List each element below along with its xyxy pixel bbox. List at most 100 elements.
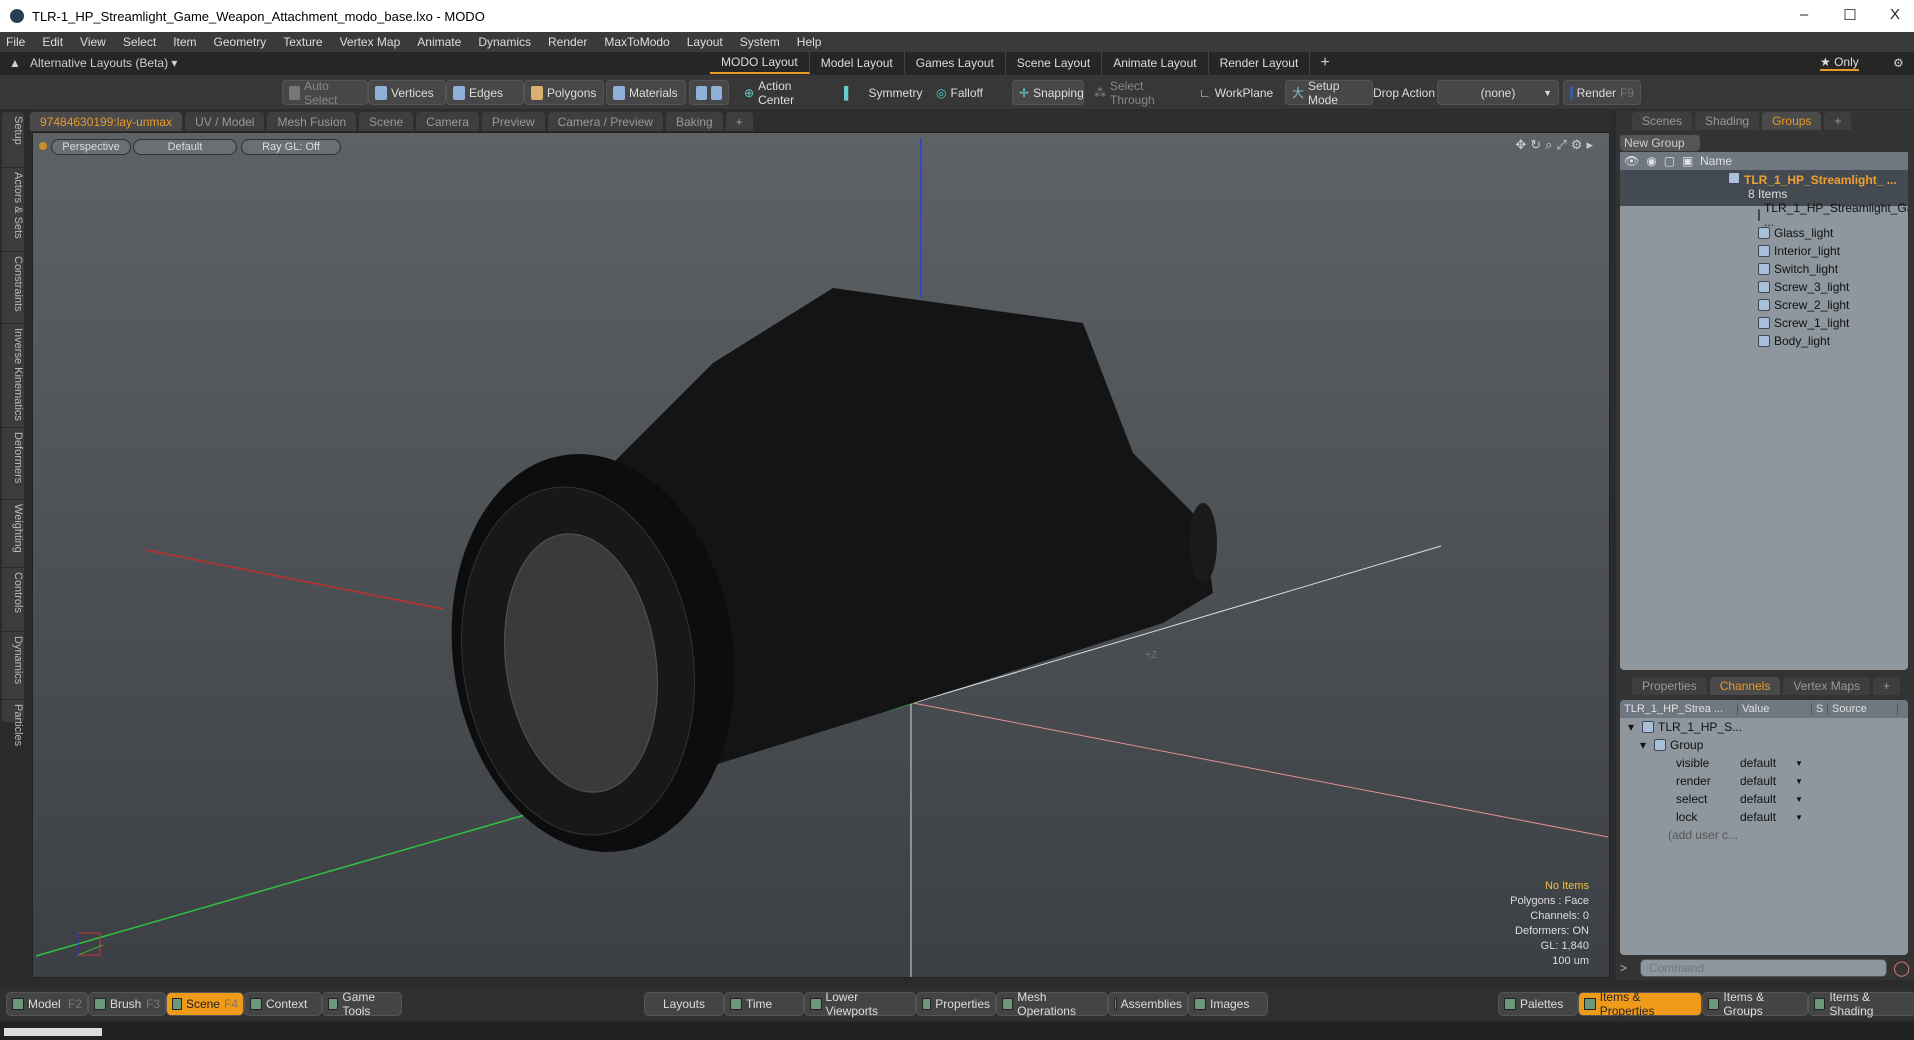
only-toggle[interactable]: ★ Only: [1820, 55, 1859, 71]
channel-row[interactable]: render default ▼: [1620, 772, 1908, 790]
left-tab[interactable]: Weighting: [2, 500, 24, 568]
left-tab[interactable]: Particles: [2, 700, 24, 760]
action-center-button[interactable]: ⊕ Action Center: [738, 79, 833, 107]
panel-tab[interactable]: Properties: [1632, 677, 1707, 695]
menu-file[interactable]: File: [6, 35, 25, 49]
polygons-button[interactable]: Polygons: [524, 80, 604, 105]
auto-select-button[interactable]: Auto Select: [282, 79, 368, 107]
panel-tab[interactable]: Scenes: [1632, 112, 1693, 130]
bottom-tab-context[interactable]: Context: [244, 992, 322, 1016]
layout-tab[interactable]: Render Layout: [1209, 52, 1311, 74]
viewport-tab[interactable]: Scene: [359, 112, 414, 131]
panel-tab[interactable]: Vertex Maps: [1783, 677, 1871, 695]
channel-group-row[interactable]: ▾ Group: [1620, 736, 1908, 754]
layout-switcher[interactable]: Alternative Layouts (Beta) ▾: [30, 56, 710, 70]
vertices-button[interactable]: Vertices: [368, 80, 446, 105]
viewport-tab[interactable]: Camera / Preview: [547, 112, 663, 131]
chevron-down-icon[interactable]: ▼: [1795, 813, 1803, 822]
drop-action-select[interactable]: (none) ▼: [1437, 80, 1559, 105]
chevron-down-icon[interactable]: ▼: [1795, 795, 1803, 804]
record-icon[interactable]: ◯: [1893, 959, 1910, 977]
channel-value-select[interactable]: default: [1740, 810, 1795, 824]
menu-vertex-map[interactable]: Vertex Map: [340, 35, 401, 49]
group-item[interactable]: Screw_1_light: [1620, 314, 1908, 332]
materials-button[interactable]: Materials: [606, 80, 686, 105]
panel-tab[interactable]: +: [1873, 677, 1901, 695]
group-item[interactable]: Body_light: [1620, 332, 1908, 350]
menu-dynamics[interactable]: Dynamics: [478, 35, 531, 49]
channel-row[interactable]: select default ▼: [1620, 790, 1908, 808]
bottom-button[interactable]: Assemblies: [1108, 992, 1188, 1016]
channel-row[interactable]: lock default ▼: [1620, 808, 1908, 826]
group-item[interactable]: Switch_light: [1620, 260, 1908, 278]
group-item[interactable]: Screw_2_light: [1620, 296, 1908, 314]
chevron-down-icon[interactable]: ▼: [1795, 759, 1803, 768]
panel-tab[interactable]: Shading: [1695, 112, 1760, 130]
bottom-button[interactable]: Palettes: [1498, 992, 1578, 1016]
layout-tab[interactable]: Scene Layout: [1006, 52, 1103, 74]
left-tab[interactable]: Inverse Kinematics: [2, 324, 24, 428]
viewport-tab[interactable]: +: [725, 112, 753, 131]
menu-select[interactable]: Select: [123, 35, 156, 49]
chevron-down-icon[interactable]: ▼: [1795, 777, 1803, 786]
column-header[interactable]: S: [1812, 703, 1828, 715]
bottom-button[interactable]: Images: [1188, 992, 1268, 1016]
left-tab[interactable]: Setup: [2, 112, 24, 168]
gear-icon[interactable]: ⚙: [1893, 56, 1904, 70]
bottom-button[interactable]: Layouts: [644, 992, 724, 1016]
bottom-tab-brush[interactable]: Brush F3: [88, 992, 166, 1016]
menu-texture[interactable]: Texture: [283, 35, 322, 49]
viewport-tab[interactable]: 97484630199:lay-unmax: [30, 112, 183, 131]
group-item[interactable]: Interior_light: [1620, 242, 1908, 260]
channel-root-row[interactable]: ▾ TLR_1_HP_S...: [1620, 718, 1908, 736]
channel-row[interactable]: visible default ▼: [1620, 754, 1908, 772]
column-header[interactable]: Value: [1738, 703, 1812, 715]
menu-item[interactable]: Item: [173, 35, 196, 49]
bottom-tab-scene[interactable]: Scene F4: [166, 992, 244, 1016]
setup-mode-button[interactable]: 大 Setup Mode: [1285, 79, 1373, 107]
menu-animate[interactable]: Animate: [417, 35, 461, 49]
new-group-button[interactable]: New Group: [1620, 135, 1700, 151]
maximize-button[interactable]: ☐: [1840, 6, 1860, 24]
panel-tab[interactable]: +: [1824, 112, 1852, 130]
menu-render[interactable]: Render: [548, 35, 587, 49]
layout-tab[interactable]: Games Layout: [905, 52, 1006, 74]
3d-viewport[interactable]: Perspective Default Ray GL: Off ✥↻⌕⤢⚙▸ +…: [32, 132, 1610, 978]
panel-tab[interactable]: Channels: [1709, 677, 1781, 695]
command-input[interactable]: [1639, 959, 1888, 977]
bottom-button[interactable]: Items & Groups: [1702, 990, 1808, 1018]
layout-tab[interactable]: Animate Layout: [1102, 52, 1209, 74]
menu-system[interactable]: System: [740, 35, 780, 49]
menu-help[interactable]: Help: [797, 35, 822, 49]
channel-value-select[interactable]: default: [1740, 774, 1795, 788]
bottom-button[interactable]: Time: [724, 992, 804, 1016]
panel-tab[interactable]: Groups: [1762, 112, 1822, 130]
add-layout-button[interactable]: +: [1320, 54, 1329, 72]
viewport-tab[interactable]: Baking: [665, 112, 723, 131]
select-through-button[interactable]: ⁂ Select Through: [1088, 79, 1188, 107]
viewport-tab[interactable]: Preview: [481, 112, 545, 131]
collapse-icon[interactable]: ▲: [0, 56, 30, 70]
viewport-tab[interactable]: Mesh Fusion: [267, 112, 357, 131]
falloff-button[interactable]: ◎ Falloff: [930, 80, 1010, 105]
channel-value-select[interactable]: default: [1740, 756, 1795, 770]
layout-tab[interactable]: Model Layout: [810, 52, 905, 74]
viewport-tab[interactable]: Camera: [416, 112, 479, 131]
bottom-button[interactable]: Lower Viewports: [804, 990, 916, 1018]
render-button[interactable]: Render F9: [1563, 80, 1641, 105]
symmetry-button[interactable]: ▌ Symmetry: [838, 80, 923, 105]
menu-edit[interactable]: Edit: [42, 35, 63, 49]
left-tab[interactable]: Dynamics: [2, 632, 24, 700]
layout-tab[interactable]: MODO Layout: [710, 52, 810, 74]
left-tab[interactable]: Actors & Sets: [2, 168, 24, 252]
item-modes-button[interactable]: [689, 80, 729, 105]
bottom-tab-game-tools[interactable]: Game Tools: [322, 990, 402, 1018]
viewport-tab[interactable]: UV / Model: [185, 112, 265, 131]
bottom-button[interactable]: Mesh Operations: [996, 990, 1108, 1018]
group-item[interactable]: TLR_1_HP_Streamlight_Ga ...: [1620, 201, 1908, 229]
snapping-button[interactable]: ✛ Snapping: [1012, 80, 1084, 105]
close-button[interactable]: X: [1885, 6, 1905, 23]
menu-layout[interactable]: Layout: [687, 35, 723, 49]
edges-button[interactable]: Edges: [446, 80, 524, 105]
menu-geometry[interactable]: Geometry: [214, 35, 267, 49]
